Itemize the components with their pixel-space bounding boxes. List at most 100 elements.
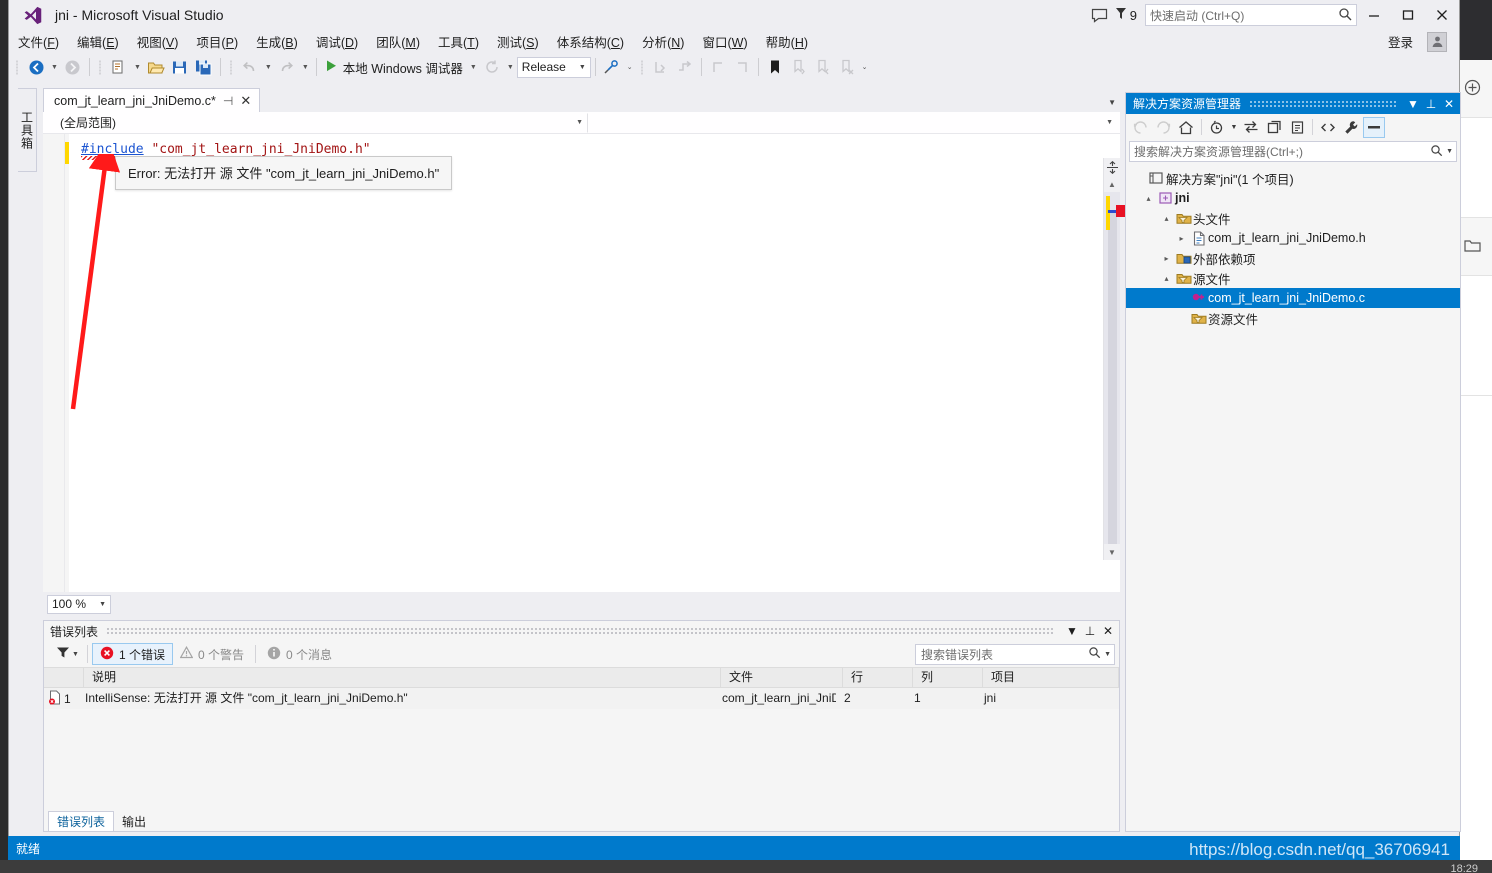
toolbar-grip-2[interactable] <box>96 58 105 76</box>
tree-twisty[interactable]: ▴ <box>1159 214 1174 223</box>
menu-item-project[interactable]: 项目(P) <box>187 30 247 53</box>
notification-indicator[interactable]: 9 <box>1115 7 1137 23</box>
chevron-down-icon[interactable]: ▼ <box>1446 148 1453 155</box>
undo-icon[interactable] <box>238 55 262 79</box>
tree-item-solution[interactable]: 解决方案"jni"(1 个项目) <box>1126 168 1460 188</box>
menu-item-help[interactable]: 帮助(H) <box>757 30 817 53</box>
menu-item-tools[interactable]: 工具(T) <box>429 30 488 53</box>
column-header-icon[interactable] <box>44 667 84 688</box>
redo-dropdown-icon[interactable]: ▼ <box>299 64 312 71</box>
bookmark-icon[interactable] <box>763 55 787 79</box>
cycle-icon[interactable] <box>480 55 504 79</box>
refresh-icon[interactable] <box>1263 117 1285 138</box>
menu-item-test[interactable]: 测试(S) <box>488 30 548 53</box>
scope-combo[interactable]: (全局范围) ▼ <box>53 112 588 133</box>
error-list-search-input[interactable]: 搜索错误列表 ▼ <box>915 643 1115 665</box>
prev-bookmark-icon[interactable] <box>811 55 835 79</box>
close-icon[interactable]: ✕ <box>1099 624 1117 638</box>
title-drag-dots[interactable] <box>1249 99 1396 108</box>
preview-selected-items-icon[interactable] <box>1363 116 1385 138</box>
toolbar-grip-4[interactable] <box>638 58 647 76</box>
tree-item-header-file[interactable]: ▸ com_jt_learn_jni_JniDemo.h <box>1126 228 1460 248</box>
member-combo[interactable]: ▼ <box>588 113 1118 133</box>
cycle-dropdown-icon[interactable]: ▼ <box>504 64 517 71</box>
panel-menu-chevron-down-icon[interactable]: ▼ <box>1063 624 1081 638</box>
panel-menu-chevron-down-icon[interactable]: ▼ <box>1404 97 1422 111</box>
zoom-level-combo[interactable]: 100 % ▼ <box>47 594 111 614</box>
tab-output[interactable]: 输出 <box>114 811 154 831</box>
start-debug-button[interactable]: 本地 Windows 调试器 <box>321 56 467 78</box>
document-tab-jnidemo-c[interactable]: com_jt_learn_jni_JniDemo.c* ⊣ ✕ <box>43 88 261 112</box>
error-filter-warnings[interactable]: 0 个警告 <box>173 643 251 665</box>
filter-button[interactable]: ▼ <box>52 644 83 664</box>
toolbar-grip-3[interactable] <box>227 58 236 76</box>
account-icon[interactable] <box>1427 31 1447 52</box>
pending-changes-icon[interactable] <box>1206 117 1228 138</box>
save-icon[interactable] <box>168 55 192 79</box>
home-icon[interactable] <box>1175 117 1197 138</box>
chevron-down-icon[interactable]: ▼ <box>1104 651 1111 658</box>
pin-icon[interactable]: ⊣ <box>223 94 233 108</box>
back-arrow-icon[interactable] <box>1129 117 1151 138</box>
title-drag-dots[interactable] <box>106 627 1055 635</box>
navigate-backward-icon[interactable] <box>24 55 48 79</box>
start-debug-dropdown-icon[interactable]: ▼ <box>467 64 480 71</box>
step-out-icon[interactable] <box>706 55 730 79</box>
scroll-down-arrow-icon[interactable]: ▼ <box>1104 544 1120 560</box>
menu-item-team[interactable]: 团队(M) <box>367 30 429 53</box>
error-filter-messages[interactable]: 0 个消息 <box>260 643 339 665</box>
navigate-backward-dropdown-icon[interactable]: ▼ <box>48 64 61 71</box>
tree-twisty[interactable]: ▴ <box>1159 274 1174 283</box>
sign-in-link[interactable]: 登录 <box>1388 32 1413 51</box>
column-header-column[interactable]: 列 <box>913 667 983 688</box>
close-icon[interactable]: ✕ <box>240 93 251 109</box>
solution-explorer-search-input[interactable]: 搜索解决方案资源管理器(Ctrl+;) ▼ <box>1129 141 1457 162</box>
scrollbar-track[interactable] <box>1108 210 1117 544</box>
toolbox-tab[interactable]: 工具箱 <box>18 88 37 172</box>
step-back-icon[interactable] <box>730 55 754 79</box>
toolbar-overflow-icon[interactable]: ⌄ <box>859 63 871 71</box>
step-over-icon[interactable] <box>673 55 697 79</box>
clear-bookmark-icon[interactable] <box>835 55 859 79</box>
new-project-dropdown-icon[interactable]: ▼ <box>131 64 144 71</box>
editor-vertical-scrollbar[interactable]: ▲ ▼ <box>1103 158 1127 560</box>
undo-dropdown-icon[interactable]: ▼ <box>262 64 275 71</box>
column-header-file[interactable]: 文件 <box>721 667 843 688</box>
code-text-area[interactable]: #include "com_jt_learn_jni_JniDemo.h" Er… <box>69 134 1120 592</box>
tree-item-header-files[interactable]: ▴ 头文件 <box>1126 208 1460 228</box>
column-header-description[interactable]: 说明 <box>84 667 721 688</box>
tree-item-external-dependencies[interactable]: ▸ 外部依赖项 <box>1126 248 1460 268</box>
tree-twisty[interactable]: ▸ <box>1159 254 1174 263</box>
pin-icon[interactable]: ⊥ <box>1422 97 1440 111</box>
new-project-icon[interactable] <box>107 55 131 79</box>
tree-twisty[interactable]: ▸ <box>1174 234 1189 243</box>
scroll-up-arrow-icon[interactable]: ▲ <box>1104 176 1120 192</box>
code-editor-surface[interactable]: #include "com_jt_learn_jni_JniDemo.h" Er… <box>43 134 1127 592</box>
attach-overflow-icon[interactable]: ⌄ <box>624 63 636 71</box>
tree-item-source-files[interactable]: ▴ 源文件 <box>1126 268 1460 288</box>
column-header-line[interactable]: 行 <box>843 667 913 688</box>
menu-item-edit[interactable]: 编辑(E) <box>68 30 128 53</box>
menu-item-analyze[interactable]: 分析(N) <box>633 30 693 53</box>
tree-item-resource-files[interactable]: 资源文件 <box>1126 308 1460 328</box>
redo-icon[interactable] <box>275 55 299 79</box>
maximize-button[interactable] <box>1391 0 1425 30</box>
save-all-icon[interactable] <box>192 55 216 79</box>
error-filter-errors[interactable]: 1 个错误 <box>91 643 173 665</box>
quick-launch-input[interactable]: 快速启动 (Ctrl+Q) <box>1145 4 1357 26</box>
attach-process-icon[interactable] <box>600 55 624 79</box>
step-into-icon[interactable] <box>649 55 673 79</box>
tree-twisty[interactable]: ▴ <box>1141 194 1156 203</box>
error-list-row[interactable]: 1 IntelliSense: 无法打开 源 文件 "com_jt_learn_… <box>44 688 1119 709</box>
next-bookmark-icon[interactable] <box>787 55 811 79</box>
sync-with-active-document-icon[interactable] <box>1240 117 1262 138</box>
toolbar-grip[interactable] <box>13 58 22 76</box>
tree-item-source-file-selected[interactable]: com_jt_learn_jni_JniDemo.c <box>1126 288 1460 308</box>
collapse-all-icon[interactable] <box>1286 117 1308 138</box>
menu-item-build[interactable]: 生成(B) <box>247 30 307 53</box>
menu-item-view[interactable]: 视图(V) <box>128 30 188 53</box>
tab-overflow-chevron-down-icon[interactable]: ▼ <box>1108 98 1116 107</box>
feedback-balloon-icon[interactable] <box>1085 2 1115 28</box>
navigate-forward-icon[interactable] <box>61 55 85 79</box>
menu-item-debug[interactable]: 调试(D) <box>307 30 367 53</box>
